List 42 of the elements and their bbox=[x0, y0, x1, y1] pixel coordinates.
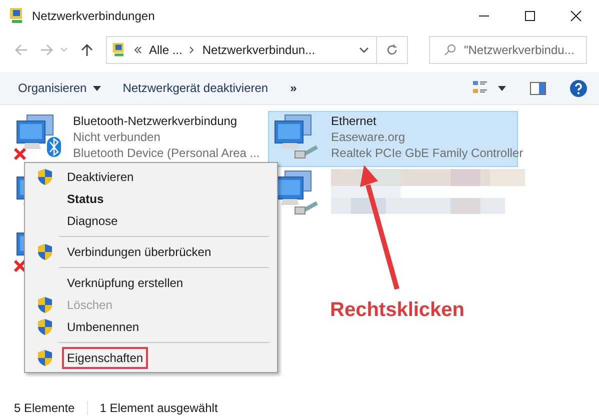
toolbar-button[interactable]: Netzwerkgerät deaktivieren bbox=[116, 79, 274, 97]
shield-icon bbox=[38, 169, 52, 185]
more-button[interactable]: » bbox=[284, 79, 303, 97]
connection-status: Nicht verbunden bbox=[73, 129, 162, 145]
window-title: Netzwerkverbindungen bbox=[32, 9, 155, 23]
search-field[interactable]: "Netzwerkverbindu... bbox=[429, 36, 587, 64]
connection-status: Easeware.org bbox=[331, 129, 406, 145]
menu-item[interactable]: Deaktivieren bbox=[62, 166, 139, 188]
double-chevron-icon bbox=[134, 46, 142, 54]
status-text: 5 Elemente bbox=[14, 401, 88, 415]
menu-item[interactable]: Diagnose bbox=[62, 210, 123, 232]
caret-icon bbox=[92, 86, 101, 90]
chevron-right-icon bbox=[189, 46, 196, 54]
status-text: 1 Element ausgewählt bbox=[100, 401, 219, 415]
preview-pane-icon[interactable] bbox=[530, 82, 546, 94]
annotation-text: Rechtsklicken bbox=[330, 299, 465, 322]
connection-device: Realtek PCIe GbE Family Controller bbox=[331, 145, 524, 161]
breadcrumb[interactable]: Alle ... bbox=[149, 43, 182, 57]
toolbar-button[interactable]: Organisieren bbox=[12, 79, 107, 97]
up-icon[interactable] bbox=[80, 43, 94, 57]
caret-icon[interactable] bbox=[498, 86, 506, 90]
shield-icon bbox=[38, 297, 52, 313]
menu-item[interactable]: Eigenschaften bbox=[62, 347, 148, 369]
maximize-icon bbox=[524, 10, 536, 22]
refresh-icon bbox=[386, 44, 398, 56]
menu-item[interactable]: Verbindungen überbrücken bbox=[62, 241, 216, 263]
address-bar[interactable]: Alle ... Netzwerkverbindun... bbox=[106, 36, 408, 64]
shield-icon bbox=[38, 350, 52, 366]
connection-name: Ethernet bbox=[331, 113, 378, 129]
shield-icon bbox=[38, 319, 52, 335]
help-icon[interactable] bbox=[570, 80, 587, 96]
search-icon bbox=[444, 44, 456, 56]
shield-icon bbox=[38, 244, 52, 260]
menu-item[interactable]: Status bbox=[62, 188, 109, 210]
close-icon bbox=[570, 10, 582, 22]
connection-device: Bluetooth Device (Personal Area ... bbox=[73, 145, 260, 161]
breadcrumb[interactable]: Netzwerkverbindun... bbox=[202, 43, 316, 57]
menu-item[interactable]: Verknüpfung erstellen bbox=[62, 272, 188, 294]
menu-item[interactable]: Umbenennen bbox=[62, 316, 144, 338]
view-options-icon[interactable] bbox=[472, 80, 488, 96]
chevron-down-icon[interactable] bbox=[359, 47, 369, 53]
connection-name: Bluetooth-Netzwerkverbindung bbox=[73, 113, 238, 129]
